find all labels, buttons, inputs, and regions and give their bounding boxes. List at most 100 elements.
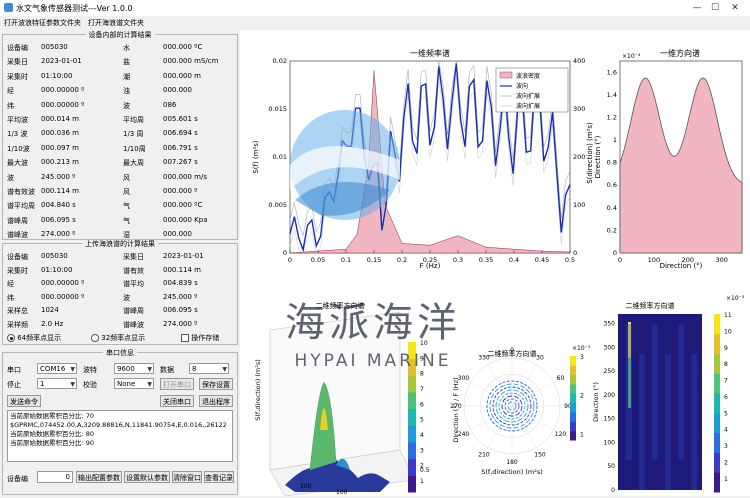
internal-label: 1/3 周	[123, 130, 144, 139]
p1-xtick-label: 0.15	[367, 256, 381, 264]
colorbar-label: 2	[420, 463, 424, 470]
colorbar-segment	[714, 353, 720, 374]
minimize-button[interactable]: —	[690, 2, 704, 14]
close-button[interactable]: ✕	[728, 2, 742, 14]
polar-angle-label: 180	[506, 459, 518, 466]
heatmap-streak	[639, 354, 645, 490]
colorbar-segment	[570, 356, 576, 366]
internal-value: 000.000 mS/cm	[163, 57, 219, 66]
parity-select[interactable]: None ▼	[114, 378, 154, 389]
plots-svg: 一维频率谱 0 0.05 0.1 0.15 0.2 0.25 0.3 0.35 0.4 0.45 0…	[252, 48, 745, 497]
p1-xtick-label: 0.05	[311, 256, 325, 264]
send-command-button[interactable]: 发送命令	[7, 395, 41, 407]
p1-title: 一维频率谱	[410, 48, 450, 58]
exit-program-button[interactable]: 退出程序	[199, 395, 233, 407]
colorbar-segment	[408, 392, 416, 410]
upper-value: 000.114 m	[163, 265, 201, 274]
p3-tick: 100	[336, 489, 348, 496]
internal-label: 1/3 波	[7, 130, 28, 139]
p1-xtick-label: 0.2	[397, 256, 407, 264]
colorbar-segment	[714, 472, 720, 493]
colorbar-label: 8	[724, 361, 728, 368]
baud-label: 波特	[83, 366, 97, 374]
p2-xtick-label: 100	[648, 256, 660, 264]
internal-label: 采集时	[7, 72, 28, 81]
serial-log[interactable]: 当前原始数据累积百分比: 70 $GPRMC,074452.00,A,3209.…	[7, 410, 233, 462]
polar-angle-label: 60	[557, 375, 565, 382]
internal-value: 245.000 º	[41, 172, 76, 181]
default-params-button[interactable]: 设置默认参数	[124, 471, 170, 483]
internal-value: 006.791 s	[163, 143, 198, 152]
colorbar-segment	[408, 458, 416, 476]
p2-ytick-label: 0	[613, 249, 617, 257]
colorbar-segment	[570, 402, 576, 413]
colorbar-segment	[570, 393, 576, 404]
internal-value: 000.097 m	[41, 143, 79, 152]
p2-ytick-label: 0.2	[607, 226, 617, 234]
upper-value: 01:10:00	[41, 265, 73, 274]
internal-value: 2023-01-01	[41, 57, 82, 66]
clear-window-button[interactable]: 清除窗口	[172, 471, 202, 483]
upper-value: 274.000 º	[163, 320, 198, 328]
upper-label: 纬	[7, 293, 14, 302]
p1-xtick-label: 0.4	[509, 256, 519, 264]
upper-label: 谱有效	[123, 266, 144, 275]
colorbar-label: 4	[420, 432, 424, 439]
internal-label: 气	[123, 202, 130, 211]
store-checkbox[interactable]: 操作存储	[181, 333, 219, 343]
internal-label: 盐	[123, 58, 130, 67]
upper-label: 设备编	[7, 253, 28, 261]
internal-value: 274.000 º	[41, 230, 76, 239]
maximize-button[interactable]: ☐	[708, 2, 722, 14]
internal-value: 000.114 m	[41, 187, 79, 195]
open-port-button[interactable]: 打开串口	[160, 378, 194, 390]
p1-xtick-label: 0.35	[479, 256, 493, 264]
p1-ytick-left: 0	[283, 249, 287, 257]
colorbar-segment	[714, 452, 720, 473]
internal-label: 潮	[123, 72, 130, 81]
upper-label: 采样总	[7, 307, 28, 316]
p5-exponent: ×10⁻³	[726, 295, 745, 302]
internal-value: 000.000	[163, 230, 192, 239]
p2-ytick-label: 1.4	[607, 91, 617, 99]
p5-title: 二维频率方向谱	[626, 301, 675, 310]
stop-bits-select[interactable]: 1 ▼	[37, 378, 77, 389]
internal-value: 000.00000 º	[41, 100, 85, 109]
p5-ytick-label: 200	[604, 392, 616, 399]
upper-label: 采集时	[7, 266, 28, 275]
save-settings-button[interactable]: 保存设置	[199, 378, 233, 390]
radio-32-points[interactable]: 32频率点显示	[91, 333, 145, 343]
view-records-button[interactable]: 查看记录	[204, 471, 234, 483]
p1-xtick-label: 0.3	[453, 256, 463, 264]
p5-ytick-label: 100	[604, 439, 616, 446]
internal-value: 000.014 m	[41, 115, 79, 123]
p5-ytick-label: 0	[611, 487, 615, 494]
baud-select[interactable]: 9600 ▼	[114, 363, 154, 374]
data-bits-select[interactable]: 8 ▼	[189, 363, 229, 374]
port-select[interactable]: COM16 ▼	[37, 363, 77, 374]
legend-spread-2: 波向扩展	[516, 102, 540, 110]
watermark-cn: 海派海洋	[285, 300, 461, 346]
colorbar-label: 1	[724, 476, 728, 483]
colorbar-label: 1	[420, 478, 424, 485]
menu-open-wave-folder[interactable]: 打开波浪特征参数文件夹	[4, 18, 81, 28]
colorbar-segment	[570, 421, 576, 432]
colorbar-segment	[570, 384, 576, 394]
device-id-input[interactable]: 0	[37, 471, 73, 483]
colorbar-label: 6	[420, 401, 424, 408]
upper-value: 2023-01-01	[163, 252, 204, 260]
radio-64-points[interactable]: 64频率点显示	[7, 333, 61, 343]
colorbar-label: 10	[724, 328, 732, 335]
output-config-button[interactable]: 输出配置参数	[76, 471, 122, 483]
colorbar-segment	[714, 333, 720, 355]
internal-value: 004.840 s	[41, 201, 76, 210]
close-port-button[interactable]: 关闭串口	[160, 395, 194, 407]
watermark-en: HYPAI MARINE	[295, 351, 452, 371]
p2-ylabel: S(direction) (m²s)	[586, 122, 594, 184]
colorbar-segment	[408, 408, 416, 426]
menu-open-spectrum-folder[interactable]: 打开海浪谱文件夹	[88, 18, 144, 28]
polar-angle-label: 150	[534, 451, 546, 458]
p2-title: 一维方向谱	[660, 48, 700, 58]
internal-label: 平均周	[123, 116, 144, 124]
colorbar-segment	[714, 432, 720, 453]
